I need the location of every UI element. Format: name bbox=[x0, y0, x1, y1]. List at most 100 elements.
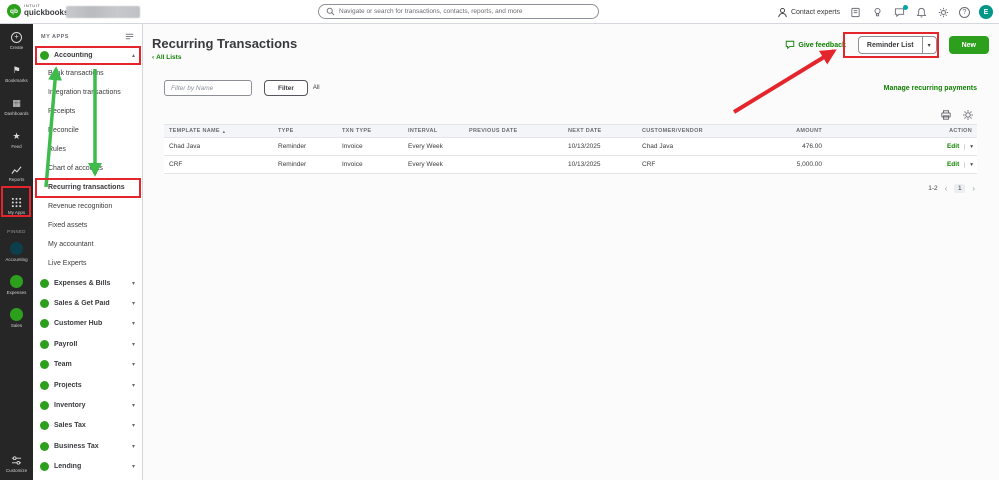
rail-item-customize[interactable]: Customize bbox=[0, 447, 33, 480]
help-icon[interactable]: ? bbox=[959, 6, 970, 18]
rail-label-create: Create bbox=[9, 44, 24, 50]
gear-icon[interactable] bbox=[937, 6, 950, 19]
sidebar-group-team[interactable]: Team ▾ bbox=[33, 355, 142, 375]
my-apps-sidebar: MY APPS Accounting ▴ Bank transactions I… bbox=[33, 24, 143, 480]
rail-label-feed: Feed bbox=[11, 144, 22, 149]
col-type[interactable]: TYPE bbox=[273, 128, 337, 134]
manage-my-apps-icon[interactable] bbox=[125, 32, 134, 41]
quickbooks-label: quickbooks bbox=[24, 7, 69, 17]
rail-item-pinned-accounting[interactable]: Accounting bbox=[0, 235, 33, 268]
sidebar-group-sales-tax[interactable]: Sales Tax ▾ bbox=[33, 416, 142, 436]
payroll-label: Payroll bbox=[54, 340, 78, 348]
col-next-date[interactable]: NEXT DATE bbox=[563, 128, 637, 134]
col-interval[interactable]: INTERVAL bbox=[403, 128, 464, 134]
table-tools bbox=[143, 108, 974, 121]
pinned-section-label: PINNED bbox=[7, 229, 26, 234]
manage-recurring-payments-link[interactable]: Manage recurring payments bbox=[884, 85, 977, 92]
edit-link[interactable]: Edit bbox=[947, 143, 959, 150]
sidebar-item-bank-transactions[interactable]: Bank transactions bbox=[33, 64, 142, 83]
print-icon[interactable] bbox=[940, 109, 952, 121]
rail-item-create[interactable]: + Create bbox=[0, 24, 33, 57]
col-txn-type[interactable]: TXN TYPE bbox=[337, 128, 403, 134]
prev-page-button[interactable]: ‹ bbox=[945, 184, 948, 193]
sort-ascending-icon: ▲ bbox=[221, 128, 227, 134]
chevron-up-icon: ▴ bbox=[131, 52, 135, 59]
profile-avatar[interactable]: E bbox=[979, 5, 993, 19]
sidebar-item-live-experts[interactable]: Live Experts bbox=[33, 254, 142, 273]
sales-tax-icon bbox=[40, 421, 49, 431]
table-settings-gear-icon[interactable] bbox=[962, 109, 974, 121]
search-input[interactable] bbox=[339, 8, 591, 15]
new-button[interactable]: New bbox=[948, 36, 989, 54]
rail-item-bookmarks[interactable]: ⚑ Bookmarks bbox=[0, 57, 33, 90]
cell-customer-vendor: Chad Java bbox=[642, 143, 674, 150]
cell-interval: Every Week bbox=[408, 143, 443, 150]
rail-item-pinned-expenses[interactable]: Expenses bbox=[0, 268, 33, 301]
projects-label: Projects bbox=[54, 381, 82, 389]
sidebar-group-customer-hub[interactable]: Customer Hub ▾ bbox=[33, 314, 142, 334]
insights-lightbulb-icon[interactable] bbox=[871, 6, 884, 19]
rail-item-my-apps[interactable]: My Apps bbox=[0, 189, 33, 222]
lending-label: Lending bbox=[54, 463, 82, 471]
page-number[interactable]: 1 bbox=[954, 184, 966, 193]
cell-interval: Every Week bbox=[408, 161, 443, 168]
next-page-button[interactable]: › bbox=[972, 184, 975, 193]
rail-item-pinned-sales[interactable]: Sales bbox=[0, 301, 33, 334]
notification-badge bbox=[903, 4, 908, 10]
col-previous-date[interactable]: PREVIOUS DATE bbox=[464, 128, 563, 134]
sidebar-item-rules[interactable]: Rules bbox=[33, 140, 142, 159]
sidebar-item-my-accountant[interactable]: My accountant bbox=[33, 235, 142, 254]
page-head-left: Recurring Transactions ‹ All Lists bbox=[152, 36, 297, 61]
rail-item-feed[interactable]: ★ Feed bbox=[0, 123, 33, 156]
sidebar-group-sales-get-paid[interactable]: Sales & Get Paid ▾ bbox=[33, 293, 142, 313]
chevron-down-icon: ▾ bbox=[131, 362, 135, 369]
bell-icon[interactable] bbox=[915, 6, 928, 19]
sidebar-item-fixed-assets[interactable]: Fixed assets bbox=[33, 216, 142, 235]
all-lists-link[interactable]: ‹ All Lists bbox=[152, 54, 297, 61]
filter-scope-label[interactable]: All bbox=[313, 85, 320, 91]
rail-label-my-apps: My Apps bbox=[7, 210, 26, 215]
sidebar-item-revenue-recognition[interactable]: Revenue recognition bbox=[33, 197, 142, 216]
contact-experts-button[interactable]: Contact experts bbox=[777, 7, 840, 18]
recurring-transactions-table: TEMPLATE NAME ▲ TYPE TXN TYPE INTERVAL P… bbox=[164, 124, 977, 174]
cell-template-name: Chad Java bbox=[169, 143, 201, 150]
sidebar-group-inventory[interactable]: Inventory ▾ bbox=[33, 395, 142, 415]
table-row: CRF Reminder Invoice Every Week 10/13/20… bbox=[164, 156, 977, 174]
page-title: Recurring Transactions bbox=[152, 36, 298, 51]
rail-item-dashboards[interactable]: ▦ Dashboards bbox=[0, 90, 33, 123]
rail-item-reports[interactable]: Reports bbox=[0, 156, 33, 189]
bookmark-icon: ⚑ bbox=[12, 64, 21, 75]
feed-icon: ★ bbox=[12, 130, 21, 141]
row-action-dropdown-icon[interactable]: ▾ bbox=[964, 161, 973, 168]
company-name-redacted bbox=[66, 6, 140, 18]
filter-button[interactable]: Filter bbox=[264, 80, 308, 96]
give-feedback-link[interactable]: Give feedback bbox=[785, 40, 846, 50]
col-customer-vendor[interactable]: CUSTOMER/VENDOR bbox=[637, 128, 760, 134]
sidebar-item-reconcile[interactable]: Reconcile bbox=[33, 121, 142, 140]
tasks-icon[interactable] bbox=[849, 6, 862, 19]
global-search[interactable] bbox=[318, 4, 599, 19]
sidebar-group-projects[interactable]: Projects ▾ bbox=[33, 375, 142, 395]
reminder-list-dropdown[interactable]: Reminder List ▾ bbox=[857, 36, 937, 54]
sidebar-group-accounting[interactable]: Accounting ▴ bbox=[33, 46, 142, 64]
sidebar-group-lending[interactable]: Lending ▾ bbox=[33, 457, 142, 477]
row-action-dropdown-icon[interactable]: ▾ bbox=[964, 143, 973, 150]
col-amount[interactable]: AMOUNT bbox=[760, 128, 827, 134]
col-template-name[interactable]: TEMPLATE NAME ▲ bbox=[164, 128, 273, 134]
filter-by-name-input[interactable] bbox=[164, 80, 252, 96]
sidebar-item-receipts[interactable]: Receipts bbox=[33, 102, 142, 121]
sidebar-item-chart-of-accounts[interactable]: Chart of accounts bbox=[33, 159, 142, 178]
cell-amount: 5,000.00 bbox=[796, 161, 822, 168]
edit-link[interactable]: Edit bbox=[947, 161, 959, 168]
chevron-down-icon[interactable]: ▾ bbox=[921, 37, 936, 53]
cell-amount: 476.00 bbox=[802, 143, 822, 150]
lending-icon bbox=[40, 462, 49, 472]
sidebar-group-payroll[interactable]: Payroll ▾ bbox=[33, 334, 142, 354]
sidebar-item-recurring-transactions[interactable]: Recurring transactions bbox=[33, 178, 142, 197]
quickbooks-logo[interactable]: qb INTUIT quickbooks bbox=[7, 3, 69, 18]
rail-label-sales: Sales bbox=[10, 322, 23, 328]
messages-icon[interactable] bbox=[893, 4, 908, 19]
sidebar-group-business-tax[interactable]: Business Tax ▾ bbox=[33, 436, 142, 456]
sidebar-item-integration-transactions[interactable]: Integration transactions bbox=[33, 83, 142, 102]
sidebar-group-expenses-bills[interactable]: Expenses & Bills ▾ bbox=[33, 273, 142, 293]
